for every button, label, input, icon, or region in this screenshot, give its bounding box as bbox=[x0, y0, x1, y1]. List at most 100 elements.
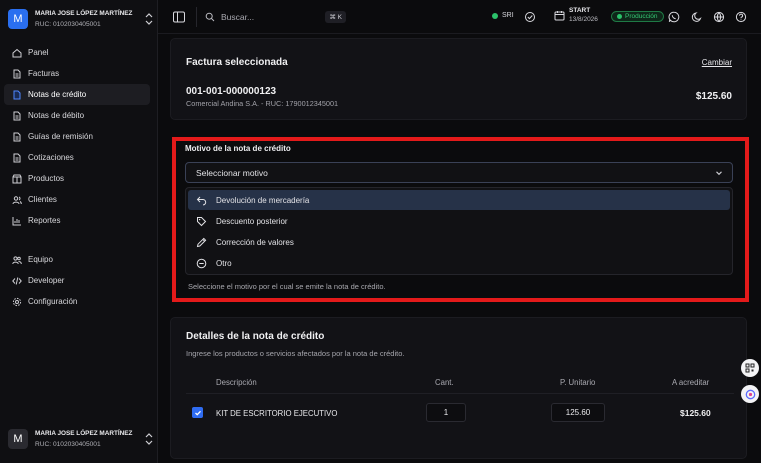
avatar: M bbox=[8, 429, 28, 449]
credit-note-details-card: Detalles de la nota de crédito Ingrese l… bbox=[170, 317, 747, 459]
motivo-option[interactable]: Devolución de mercadería bbox=[188, 190, 730, 210]
motivo-label: Motivo de la nota de crédito bbox=[185, 144, 291, 153]
chevron-down-icon bbox=[716, 170, 722, 175]
sidebar-toggle-icon[interactable] bbox=[172, 10, 186, 24]
search-icon bbox=[205, 12, 215, 22]
row-checkbox[interactable] bbox=[192, 407, 203, 418]
sidebar: M MARIA JOSE LÓPEZ MARTÍNEZ RUC: 0102030… bbox=[0, 0, 158, 463]
row-amount: $125.60 bbox=[680, 408, 711, 418]
selected-invoice-card: Factura seleccionada Cambiar 001-001-000… bbox=[170, 38, 747, 120]
file-icon bbox=[13, 111, 21, 120]
invoice-customer: Comercial Andina S.A. - RUC: 17900123450… bbox=[186, 99, 339, 108]
status-dot-icon bbox=[492, 12, 498, 19]
help-icon[interactable] bbox=[735, 11, 747, 23]
code-icon bbox=[12, 276, 22, 285]
moon-icon[interactable] bbox=[691, 11, 703, 23]
qr-float-button[interactable] bbox=[741, 359, 759, 377]
chart-icon bbox=[12, 216, 21, 225]
secondary-nav: Equipo Developer Configuración bbox=[4, 249, 150, 312]
sri-status[interactable]: SRI bbox=[492, 12, 514, 19]
sidebar-item-label: Clientes bbox=[28, 195, 57, 204]
change-invoice-link[interactable]: Cambiar bbox=[702, 58, 732, 67]
chevrons-updown-icon bbox=[145, 433, 153, 445]
status-dot-icon bbox=[617, 14, 622, 19]
sidebar-item-cotizaciones[interactable]: Cotizaciones bbox=[4, 147, 150, 168]
sidebar-item-equipo[interactable]: Equipo bbox=[4, 249, 150, 270]
unit-price-input[interactable]: 125.60 bbox=[551, 403, 605, 422]
box-icon bbox=[12, 174, 22, 183]
main-content: Factura seleccionada Cambiar 001-001-000… bbox=[158, 34, 761, 463]
whatsapp-icon[interactable] bbox=[668, 11, 680, 23]
sidebar-item-label: Developer bbox=[28, 276, 65, 285]
file-icon bbox=[13, 69, 21, 78]
sidebar-item-productos[interactable]: Productos bbox=[4, 168, 150, 189]
row-description: KIT DE ESCRITORIO EJECUTIVO bbox=[216, 409, 338, 418]
file-icon bbox=[13, 153, 21, 162]
motivo-select[interactable]: Seleccionar motivo bbox=[185, 162, 733, 183]
plan-indicator[interactable]: START 13/8/2026 bbox=[554, 6, 598, 24]
sidebar-item-label: Guías de remisión bbox=[28, 132, 93, 141]
sidebar-item-label: Facturas bbox=[28, 69, 60, 78]
more-icon bbox=[196, 258, 207, 268]
sidebar-item-label: Configuración bbox=[28, 297, 78, 306]
file-icon bbox=[13, 132, 21, 141]
motivo-option-label: Otro bbox=[216, 258, 232, 268]
badge-check-icon[interactable] bbox=[524, 11, 536, 23]
main-nav: Panel Facturas Notas de crédito Notas de… bbox=[4, 42, 150, 231]
motivo-option[interactable]: Corrección de valores bbox=[188, 232, 730, 252]
sidebar-item-reportes[interactable]: Reportes bbox=[4, 210, 150, 231]
account-name: MARIA JOSE LÓPEZ MARTÍNEZ bbox=[35, 10, 133, 17]
account-ruc: RUC: 0102030405001 bbox=[35, 441, 101, 448]
sidebar-item-configuracion[interactable]: Configuración bbox=[4, 291, 150, 312]
topbar: Buscar... ⌘ K SRI START 13/8/2026 Produc… bbox=[158, 0, 761, 34]
account-switcher-bottom[interactable]: M MARIA JOSE LÓPEZ MARTÍNEZ RUC: 0102030… bbox=[8, 428, 154, 450]
sidebar-item-label: Equipo bbox=[28, 255, 53, 264]
sidebar-item-label: Productos bbox=[28, 174, 65, 183]
search-shortcut: ⌘ K bbox=[325, 11, 346, 23]
environment-badge[interactable]: Producción bbox=[611, 11, 664, 22]
motivo-option[interactable]: Otro bbox=[188, 253, 730, 273]
gear-icon bbox=[12, 297, 22, 306]
sidebar-item-notas-debito[interactable]: Notas de débito bbox=[4, 105, 150, 126]
team-icon bbox=[12, 255, 22, 264]
motivo-help-text: Seleccione el motivo por el cual se emit… bbox=[188, 282, 386, 291]
section-subtitle: Ingrese los productos o servicios afecta… bbox=[186, 349, 405, 358]
avatar: M bbox=[8, 9, 28, 29]
account-name: MARIA JOSE LÓPEZ MARTÍNEZ bbox=[35, 430, 133, 437]
plan-date: 13/8/2026 bbox=[569, 16, 598, 23]
tag-icon bbox=[197, 216, 207, 226]
assistant-float-button[interactable] bbox=[741, 385, 759, 403]
check-icon bbox=[194, 410, 201, 416]
sidebar-item-facturas[interactable]: Facturas bbox=[4, 63, 150, 84]
sidebar-item-guias[interactable]: Guías de remisión bbox=[4, 126, 150, 147]
globe-icon[interactable] bbox=[713, 11, 725, 23]
sidebar-item-label: Panel bbox=[28, 48, 49, 57]
search-input[interactable]: Buscar... bbox=[221, 12, 325, 22]
sidebar-item-notas-credito[interactable]: Notas de crédito bbox=[4, 84, 150, 105]
invoice-total: $125.60 bbox=[695, 91, 732, 102]
column-header-description: Descripción bbox=[216, 378, 257, 387]
sidebar-item-clientes[interactable]: Clientes bbox=[4, 189, 150, 210]
motivo-option-label: Corrección de valores bbox=[216, 237, 294, 247]
sidebar-item-label: Cotizaciones bbox=[28, 153, 74, 162]
sidebar-item-developer[interactable]: Developer bbox=[4, 270, 150, 291]
column-header-qty: Cant. bbox=[435, 378, 454, 387]
plan-label: START bbox=[569, 7, 591, 14]
sidebar-item-label: Notas de crédito bbox=[28, 90, 87, 99]
column-header-unit-price: P. Unitario bbox=[560, 378, 596, 387]
sri-label: SRI bbox=[502, 12, 514, 19]
invoice-number: 001-001-000000123 bbox=[186, 86, 277, 97]
motivo-option[interactable]: Descuento posterior bbox=[188, 211, 730, 231]
file-icon bbox=[13, 90, 21, 99]
motivo-option-label: Descuento posterior bbox=[216, 216, 288, 226]
account-ruc: RUC: 0102030405001 bbox=[35, 21, 101, 28]
pencil-icon bbox=[196, 237, 207, 247]
account-switcher[interactable]: M MARIA JOSE LÓPEZ MARTÍNEZ RUC: 0102030… bbox=[8, 8, 154, 30]
qty-input[interactable]: 1 bbox=[426, 403, 466, 422]
sidebar-item-panel[interactable]: Panel bbox=[4, 42, 150, 63]
chevrons-updown-icon bbox=[145, 13, 153, 25]
environment-label: Producción bbox=[625, 13, 658, 20]
search-bar[interactable]: Buscar... ⌘ K bbox=[196, 7, 346, 27]
undo-icon bbox=[196, 196, 207, 205]
column-header-amount: A acreditar bbox=[672, 378, 710, 387]
